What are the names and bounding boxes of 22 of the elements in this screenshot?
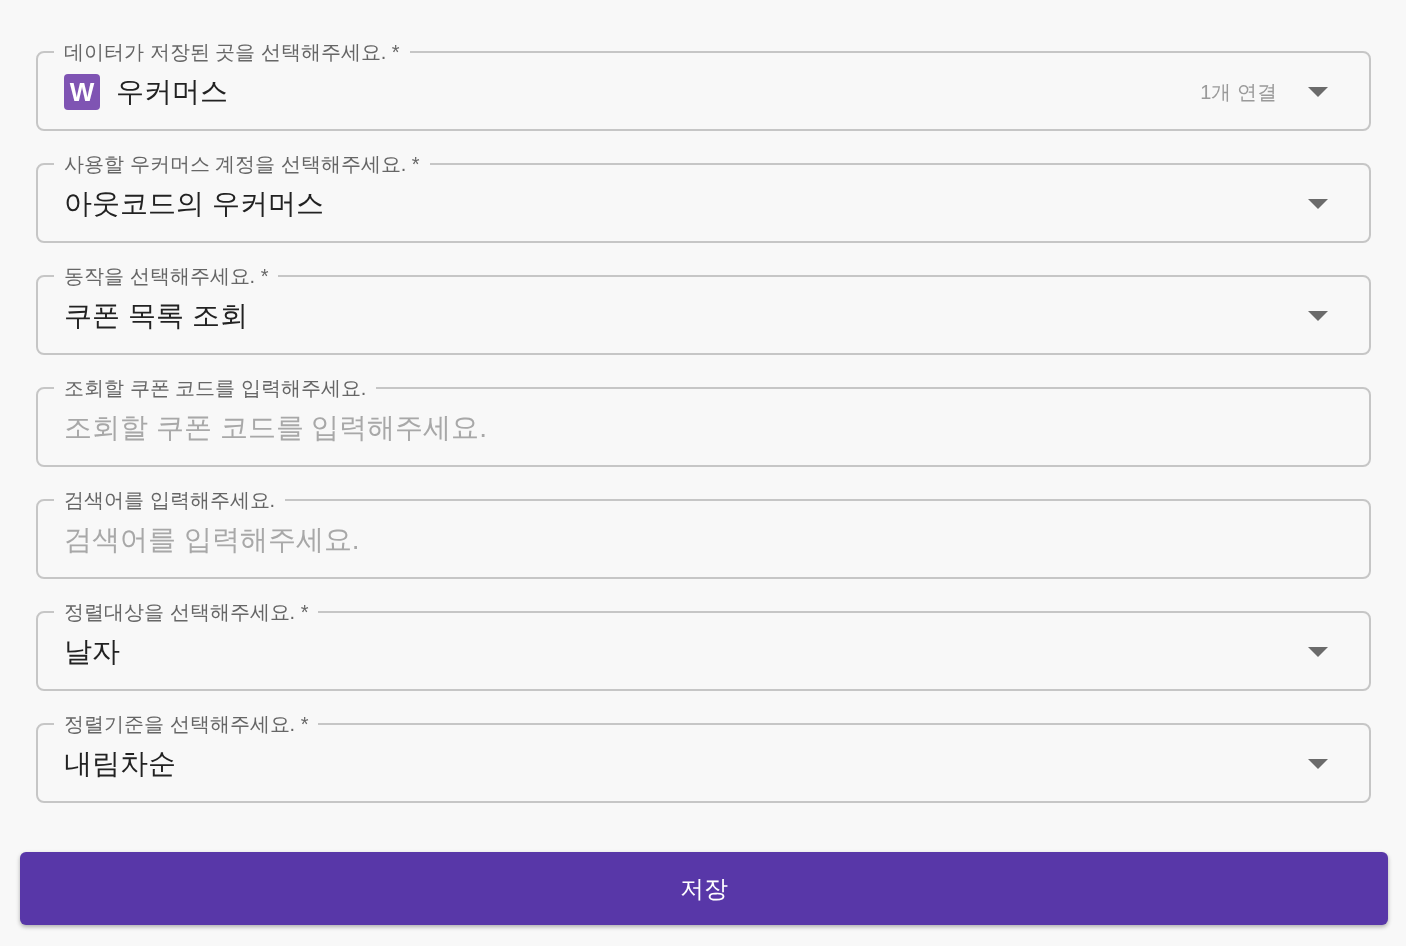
selected-value: 날자 [64, 635, 120, 669]
logo-icon: W [64, 74, 100, 110]
field-label: 검색어를 입력해주세요. [63, 488, 277, 512]
caret-icon [1308, 311, 1328, 321]
save-button[interactable]: 저장 [20, 852, 1388, 925]
caret-icon [1308, 199, 1328, 209]
selected-value: 내림차순 [64, 747, 176, 781]
input-field[interactable]: 조회할 쿠폰 코드를 입력해주세요. [64, 408, 1328, 448]
selected-value: 아웃코드의 우커머스 [64, 187, 324, 221]
caret-icon [1308, 87, 1328, 97]
field-label: 사용할 우커머스 계정을 선택해주세요. * [63, 152, 421, 176]
connection-count: 1개 연결 [1200, 79, 1277, 105]
field-label: 동작을 선택해주세요. * [63, 264, 270, 288]
field-label: 조회할 쿠폰 코드를 입력해주세요. [63, 376, 368, 400]
field-label: 정렬기준을 선택해주세요. * [63, 712, 310, 736]
field-label: 정렬대상을 선택해주세요. * [63, 600, 310, 624]
selected-value: 쿠폰 목록 조회 [64, 299, 248, 333]
caret-icon [1308, 759, 1328, 769]
field-label: 데이터가 저장된 곳을 선택해주세요. * [63, 40, 401, 64]
input-field[interactable]: 검색어를 입력해주세요. [64, 520, 1328, 560]
selected-value: 우커머스 [116, 75, 228, 109]
caret-icon [1308, 647, 1328, 657]
